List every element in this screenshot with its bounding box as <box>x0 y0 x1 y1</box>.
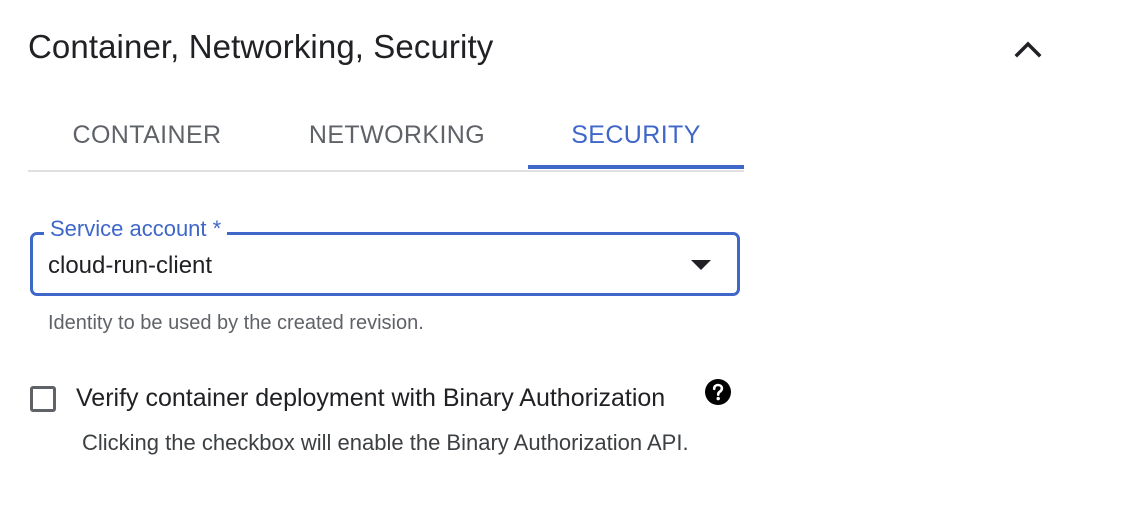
tab-networking[interactable]: NETWORKING <box>266 102 528 168</box>
active-tab-indicator <box>528 165 744 169</box>
service-account-label: Service account * <box>44 216 228 242</box>
binary-authorization-checkbox[interactable] <box>30 386 56 412</box>
help-icon[interactable] <box>704 378 732 406</box>
collapse-button[interactable] <box>1008 28 1048 68</box>
question-mark-icon <box>705 379 731 405</box>
tab-bar: CONTAINER NETWORKING SECURITY <box>28 102 744 172</box>
service-account-value: cloud-run-client <box>48 252 213 279</box>
service-account-select[interactable]: Service account * cloud-run-client <box>30 216 740 296</box>
tab-security[interactable]: SECURITY <box>528 102 744 168</box>
section-header: Container, Networking, Security <box>28 24 1108 72</box>
chevron-up-icon <box>1014 41 1042 58</box>
dropdown-arrow-icon <box>691 260 711 270</box>
service-account-helper: Identity to be used by the created revis… <box>48 312 424 334</box>
section-title: Container, Networking, Security <box>28 28 494 65</box>
tab-container[interactable]: CONTAINER <box>28 102 266 168</box>
binary-authorization-helper: Clicking the checkbox will enable the Bi… <box>82 430 689 455</box>
page: Container, Networking, Security CONTAINE… <box>0 0 1144 508</box>
binary-authorization-label[interactable]: Verify container deployment with Binary … <box>76 384 665 413</box>
